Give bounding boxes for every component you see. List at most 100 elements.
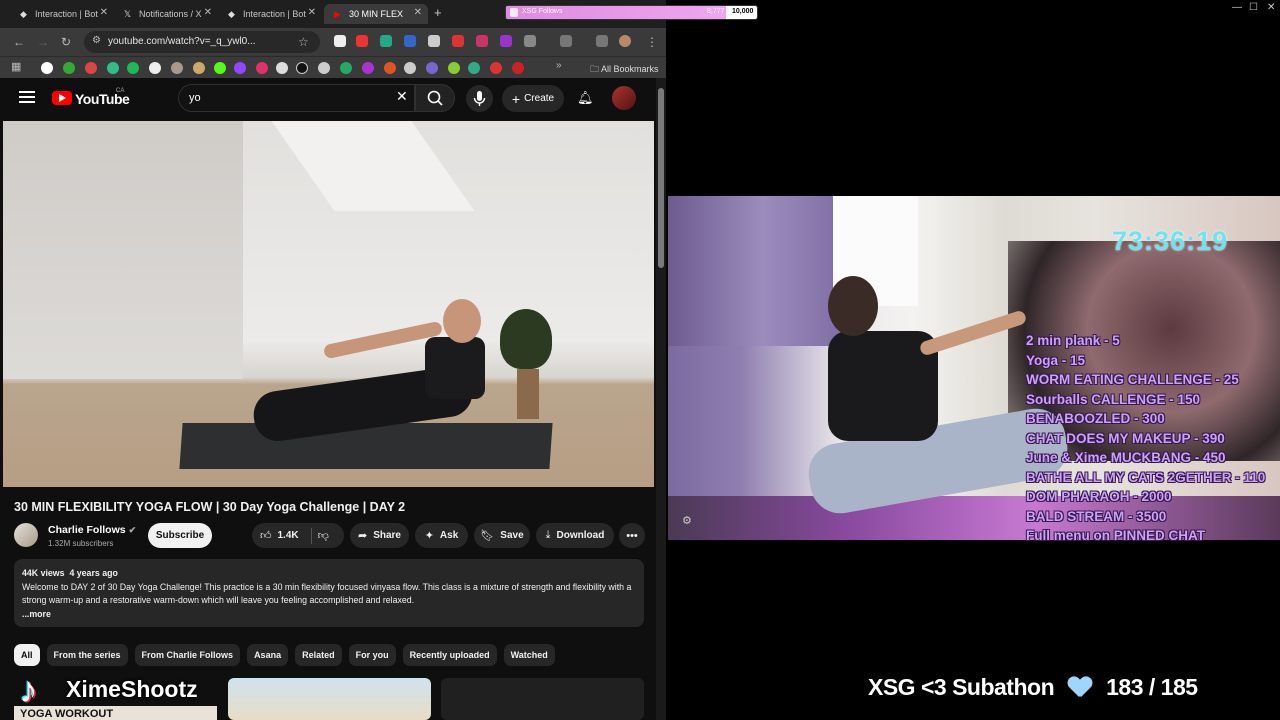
goal-target: 10,000 xyxy=(732,8,754,15)
bookmark-icon[interactable] xyxy=(362,62,374,74)
bookmark-star-icon[interactable]: ☆ xyxy=(298,35,309,49)
apps-grid-icon[interactable]: ▦ xyxy=(11,60,21,73)
bookmark-icon[interactable] xyxy=(318,62,330,74)
extension-icon[interactable] xyxy=(500,35,512,47)
extensions-puzzle-icon[interactable] xyxy=(524,35,536,47)
new-tab-icon[interactable]: + xyxy=(434,5,442,20)
tiktok-bookmark-icon[interactable] xyxy=(296,62,308,74)
related-video-thumbnail[interactable] xyxy=(441,678,644,720)
bookmark-icon[interactable] xyxy=(448,62,460,74)
youtube-icon: ▶ xyxy=(334,8,341,19)
tab-interaction-1[interactable]: ◆ Interaction | Bot ✕ xyxy=(10,4,114,24)
chip-watched[interactable]: Watched xyxy=(503,644,555,666)
address-bar-row: ← → ↻ ⚙ youtube.com/watch?v=_q_ywl0... ☆… xyxy=(0,28,666,56)
chip-related[interactable]: Related xyxy=(295,644,342,666)
menu-list-icon[interactable] xyxy=(596,35,608,47)
youtube-logo-icon[interactable] xyxy=(52,91,72,105)
site-info-icon[interactable]: ⚙ xyxy=(92,35,101,46)
more-vert-icon[interactable]: ⋮ xyxy=(646,35,658,49)
thumbs-down-icon[interactable]: 👎︎ xyxy=(318,529,329,542)
bookmark-icon[interactable] xyxy=(468,62,480,74)
spotify-bookmark-icon[interactable] xyxy=(127,62,139,74)
bookmark-icon[interactable] xyxy=(426,62,438,74)
close-icon[interactable]: ✕ xyxy=(204,7,212,18)
related-video-thumbnail[interactable] xyxy=(228,678,431,720)
extension-icon[interactable] xyxy=(428,35,440,47)
description-box[interactable]: 44K views 4 years ago Welcome to DAY 2 o… xyxy=(14,559,644,627)
extension-icon[interactable] xyxy=(334,35,346,47)
forward-icon[interactable]: → xyxy=(37,35,49,49)
ask-button[interactable]: ✦ Ask xyxy=(415,523,468,548)
menu-item: WORM EATING CHALLENGE - 25 xyxy=(1026,372,1239,387)
bookmark-icon[interactable] xyxy=(512,62,524,74)
chip-asana[interactable]: Asana xyxy=(247,644,289,666)
chip-recently-uploaded[interactable]: Recently uploaded xyxy=(402,644,497,666)
chip-all[interactable]: All xyxy=(14,644,40,666)
media-icon[interactable] xyxy=(560,35,572,47)
download-button[interactable]: ⤓ Download xyxy=(536,523,614,548)
chip-from-charlie-follows[interactable]: From Charlie Follows xyxy=(134,644,241,666)
x-bookmark-icon[interactable] xyxy=(276,62,288,74)
video-player[interactable] xyxy=(3,121,654,487)
all-bookmarks-button[interactable]: 🗀 All Bookmarks xyxy=(590,62,659,78)
twitch-bookmark-icon[interactable] xyxy=(234,62,246,74)
google-bookmark-icon[interactable] xyxy=(41,62,53,74)
close-icon[interactable]: ✕ xyxy=(100,7,108,18)
bookmark-icon[interactable] xyxy=(193,62,205,74)
create-label: Create xyxy=(524,93,555,104)
tab-youtube-active[interactable]: ▶ 30 MIN FLEX ✕ xyxy=(324,4,428,24)
scrollbar-thumb[interactable] xyxy=(658,88,664,268)
more-actions-button[interactable]: ••• xyxy=(619,523,645,548)
close-icon[interactable]: ✕ xyxy=(308,7,316,18)
bookmark-icon[interactable] xyxy=(171,62,183,74)
bookmark-icon[interactable] xyxy=(404,62,416,74)
menu-item: BENABOOZLED - 300 xyxy=(1026,411,1165,426)
bookmark-icon[interactable] xyxy=(490,62,502,74)
extension-icon[interactable] xyxy=(452,35,464,47)
tab-label: Interaction | Bot xyxy=(243,9,306,19)
close-window-icon[interactable]: ✕ xyxy=(1267,2,1275,13)
kick-bookmark-icon[interactable] xyxy=(214,62,226,74)
share-button[interactable]: ➦ Share xyxy=(350,523,409,548)
show-more-link[interactable]: ...more xyxy=(22,608,636,622)
bookmark-icon[interactable] xyxy=(340,62,352,74)
drive-bookmark-icon[interactable] xyxy=(107,62,119,74)
clear-search-icon[interactable]: ✕ xyxy=(396,88,408,105)
instagram-bookmark-icon[interactable] xyxy=(256,62,268,74)
voice-search-button[interactable] xyxy=(466,85,493,112)
chip-from-the-series[interactable]: From the series xyxy=(46,644,128,666)
channel-name[interactable]: Charlie Follows ✔ xyxy=(48,524,136,536)
extension-icon[interactable] xyxy=(404,35,416,47)
bookmark-icon[interactable] xyxy=(384,62,396,74)
subscribe-button[interactable]: Subscribe xyxy=(148,523,212,548)
like-button[interactable]: 👍︎ 1.4K xyxy=(260,529,299,542)
search-button[interactable] xyxy=(415,84,455,112)
create-button[interactable]: + Create xyxy=(502,85,564,112)
maps-bookmark-icon[interactable] xyxy=(63,62,75,74)
menu-icon[interactable] xyxy=(19,91,35,103)
channel-avatar[interactable] xyxy=(14,523,38,547)
profile-avatar[interactable] xyxy=(619,35,631,47)
extension-icon[interactable] xyxy=(356,35,368,47)
back-icon[interactable]: ← xyxy=(13,35,25,49)
close-icon[interactable]: ✕ xyxy=(414,7,422,18)
tab-interaction-2[interactable]: ◆ Interaction | Bot ✕ xyxy=(218,4,322,24)
reload-icon[interactable]: ↻ xyxy=(61,35,71,49)
minimize-icon[interactable]: — xyxy=(1232,2,1242,13)
url-field[interactable]: ⚙ youtube.com/watch?v=_q_ywl0... xyxy=(84,31,320,53)
extension-icon[interactable] xyxy=(380,35,392,47)
extension-icon[interactable] xyxy=(476,35,488,47)
chevron-right-icon[interactable]: » xyxy=(556,60,562,71)
save-button[interactable]: 🔖︎ Save xyxy=(474,523,530,548)
account-avatar[interactable] xyxy=(612,86,636,110)
chip-for-you[interactable]: For you xyxy=(348,644,396,666)
blue-heart-icon xyxy=(1068,677,1092,699)
gmail-bookmark-icon[interactable] xyxy=(85,62,97,74)
search-input[interactable]: yo xyxy=(178,84,415,112)
maximize-icon[interactable]: ☐ xyxy=(1249,2,1258,13)
settings-icon[interactable]: ⚙ xyxy=(682,514,692,527)
notifications-bell-icon[interactable]: 🔔︎ xyxy=(577,90,594,106)
x-bookmark-icon[interactable] xyxy=(149,62,161,74)
tab-notifications[interactable]: 𝕏 Notifications / X ✕ xyxy=(114,4,218,24)
page-scrollbar[interactable] xyxy=(656,78,666,720)
